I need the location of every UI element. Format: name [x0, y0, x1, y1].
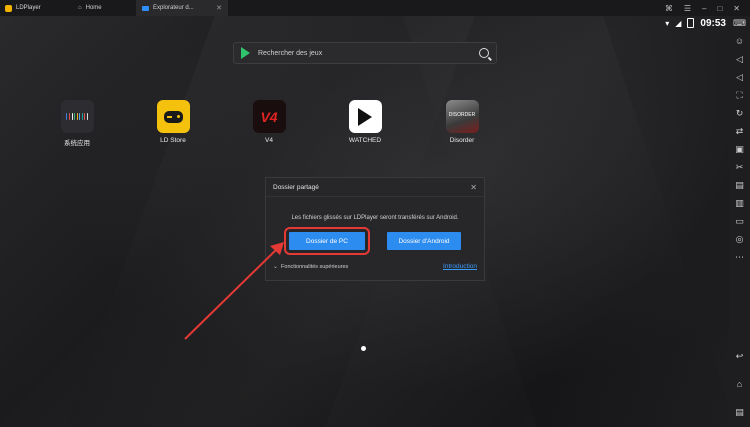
dialog-buttons: Dossier de PC Dossier d'Android	[266, 227, 484, 255]
app-label: 系统应用	[64, 140, 90, 147]
wifi-icon: ▾	[665, 18, 670, 28]
app-label: LD Store	[160, 137, 186, 144]
right-toolbar: ⌨ ☺ ◁ ◁ ⛶ ↻ ⇄ ▣ ✂ ▤ ▥ ▭ ◎ ⋯ ↩ ⌂ ▤	[729, 16, 750, 427]
android-screen: Rechercher des jeux 系统应用 LD Store V4 V4 …	[0, 16, 729, 427]
ld-store-icon	[156, 100, 190, 133]
screenshot-icon[interactable]: ▣	[733, 143, 746, 156]
pc-folder-button[interactable]: Dossier de PC	[284, 227, 370, 255]
watched-icon	[348, 100, 382, 133]
location-icon[interactable]: ◎	[733, 233, 746, 246]
chevron-down-icon[interactable]: ⌄	[273, 263, 278, 270]
volume-down-icon[interactable]: ◁	[733, 71, 746, 84]
scissors-icon[interactable]: ✂	[733, 161, 746, 174]
play-store-icon	[241, 47, 250, 59]
disorder-icon: DISORDER	[445, 100, 479, 133]
app-ldstore[interactable]: LD Store	[143, 100, 203, 144]
dialog-message: Les fichiers glissés sur LDPlayer seront…	[291, 215, 459, 221]
search-bar[interactable]: Rechercher des jeux	[233, 42, 497, 64]
app-v4[interactable]: V4 V4	[239, 100, 299, 144]
video-icon[interactable]: ▥	[733, 197, 746, 210]
app-name: LDPlayer	[16, 5, 41, 11]
tab-close-icon[interactable]: ✕	[216, 4, 222, 12]
android-folder-button[interactable]: Dossier d'Android	[387, 232, 461, 250]
app-label: WATCHED	[348, 137, 382, 144]
keyboard-icon[interactable]: ⌨	[733, 17, 746, 30]
menu-icon[interactable]: ☰	[684, 4, 691, 13]
sync-icon[interactable]: ⇄	[733, 125, 746, 138]
tab-home-label: Home	[85, 5, 102, 11]
recent-apps-icon[interactable]: ▤	[733, 406, 746, 419]
status-bar: ▾ ◢ 09:53	[665, 16, 726, 30]
search-input[interactable]: Rechercher des jeux	[258, 50, 471, 57]
tab-explorer-label: Explorateur d...	[153, 5, 194, 11]
minimize-icon[interactable]: –	[702, 4, 706, 13]
more-icon[interactable]: ⋯	[733, 251, 746, 264]
gamepad-icon[interactable]: ⌘	[665, 4, 673, 13]
app-label: Disorder	[449, 137, 475, 144]
home-icon: ⌂	[78, 5, 82, 11]
tab-explorer[interactable]: Explorateur d... ✕	[136, 0, 228, 16]
advanced-features-toggle[interactable]: Fonctionnalités supérieures	[281, 264, 348, 270]
signal-icon: ◢	[675, 18, 682, 28]
tab-home[interactable]: ⌂ Home	[72, 0, 136, 16]
system-apps-icon	[60, 100, 94, 133]
app-logo: LDPlayer	[0, 4, 72, 12]
dialog-title: Dossier partagé	[273, 183, 319, 191]
home-nav-icon[interactable]: ⌂	[733, 378, 746, 391]
record-icon[interactable]: ▤	[733, 179, 746, 192]
app-watched[interactable]: WATCHED	[335, 100, 395, 144]
fullscreen-icon[interactable]: ⛶	[733, 89, 746, 102]
folder-open-icon[interactable]: ▭	[733, 215, 746, 228]
dialog-header: Dossier partagé ✕	[266, 178, 484, 197]
app-system[interactable]: 系统应用	[47, 100, 107, 147]
v4-icon: V4	[252, 100, 286, 133]
folder-icon	[142, 5, 149, 11]
close-icon[interactable]: ✕	[470, 183, 477, 192]
introduction-link[interactable]: Introduction	[443, 263, 477, 270]
dialog-footer: ⌄ Fonctionnalités supérieures Introducti…	[266, 263, 484, 270]
volume-up-icon[interactable]: ◁	[733, 53, 746, 66]
rotate-icon[interactable]: ↻	[733, 107, 746, 120]
ldplayer-logo-icon	[5, 4, 12, 12]
shared-folder-dialog: Dossier partagé ✕ Les fichiers glissés s…	[265, 177, 485, 281]
window-controls: ⌘ ☰ – □ ✕	[665, 4, 750, 13]
search-icon[interactable]	[479, 48, 489, 58]
close-window-icon[interactable]: ✕	[733, 4, 740, 13]
page-indicator	[361, 346, 366, 351]
app-disorder[interactable]: DISORDER Disorder	[432, 100, 492, 144]
title-bar: LDPlayer ⌂ Home Explorateur d... ✕ ⌘ ☰ –…	[0, 0, 750, 16]
clock: 09:53	[700, 17, 726, 29]
back-icon[interactable]: ↩	[733, 350, 746, 363]
maximize-icon[interactable]: □	[717, 4, 722, 13]
user-icon[interactable]: ☺	[733, 35, 746, 48]
app-label: V4	[265, 137, 273, 144]
battery-icon	[687, 18, 695, 28]
